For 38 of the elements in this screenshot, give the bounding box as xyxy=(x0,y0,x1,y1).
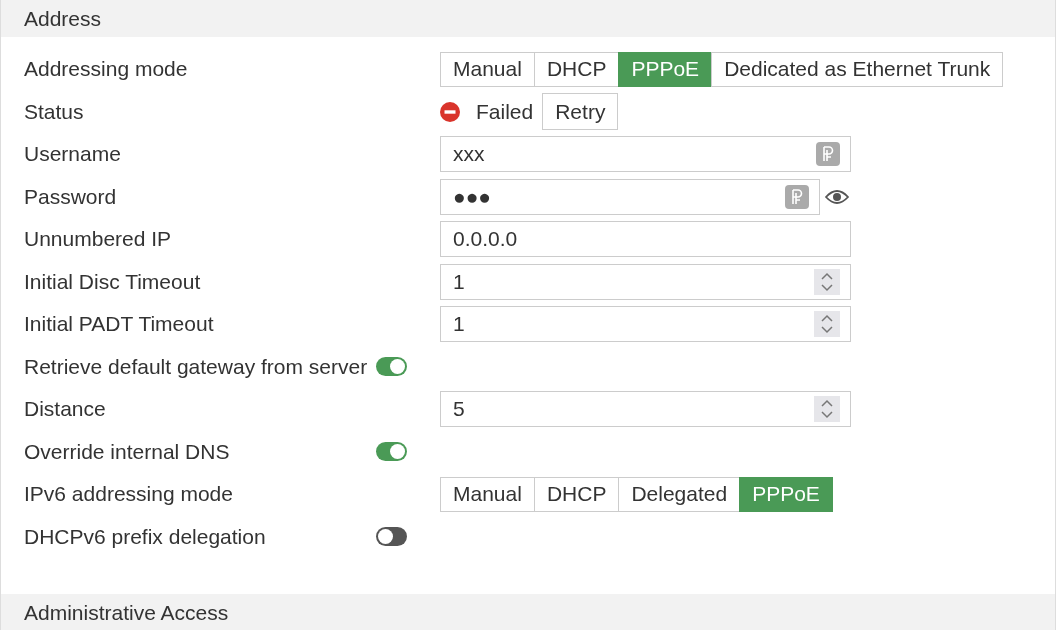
field-label: Unnumbered IP xyxy=(23,227,173,252)
section-header: Address xyxy=(1,0,1055,37)
field-label: Status xyxy=(23,99,85,124)
text-field[interactable]: 0.0.0.0 xyxy=(440,221,851,258)
field-label: Retrieve default gateway from server xyxy=(23,354,369,379)
password-field[interactable]: ●●● xyxy=(440,178,820,215)
segment-option[interactable]: Manual xyxy=(440,476,535,512)
password-manager-icon[interactable] xyxy=(785,184,809,209)
segment-option[interactable]: Dedicated as Ethernet Trunk xyxy=(711,51,1004,87)
toggle-switch[interactable] xyxy=(376,527,407,547)
segment-option[interactable]: Delegated xyxy=(618,476,741,512)
text-field[interactable]: xxx xyxy=(440,136,851,173)
field-label: DHCPv6 prefix delegation xyxy=(23,524,267,549)
password-manager-icon[interactable] xyxy=(816,142,840,167)
error-icon xyxy=(440,101,460,122)
retry-button[interactable]: Retry xyxy=(542,93,619,131)
segment-option[interactable]: DHCP xyxy=(533,476,620,512)
field-label: Username xyxy=(23,142,122,167)
field-label: Initial Disc Timeout xyxy=(23,269,202,294)
eye-icon[interactable] xyxy=(825,188,849,205)
field-label: Addressing mode xyxy=(23,57,189,82)
segment-option[interactable]: Manual xyxy=(440,51,535,87)
toggle-switch[interactable] xyxy=(376,357,407,377)
number-field[interactable]: 1 xyxy=(440,263,851,300)
status-text: Failed xyxy=(476,99,534,124)
section-header: Administrative Access xyxy=(1,594,1055,630)
number-field[interactable]: 1 xyxy=(440,306,851,343)
spinner-icon[interactable] xyxy=(814,311,840,338)
toggle-switch[interactable] xyxy=(376,442,407,462)
segment-option[interactable]: DHCP xyxy=(533,51,620,87)
spinner-icon[interactable] xyxy=(814,268,840,295)
field-label: Password xyxy=(23,184,118,209)
field-label: Override internal DNS xyxy=(23,439,231,464)
spinner-icon[interactable] xyxy=(814,396,840,423)
number-field[interactable]: 5 xyxy=(440,391,851,428)
field-label: IPv6 addressing mode xyxy=(23,482,234,507)
field-label: Distance xyxy=(23,397,107,422)
field-label: Initial PADT Timeout xyxy=(23,312,215,337)
